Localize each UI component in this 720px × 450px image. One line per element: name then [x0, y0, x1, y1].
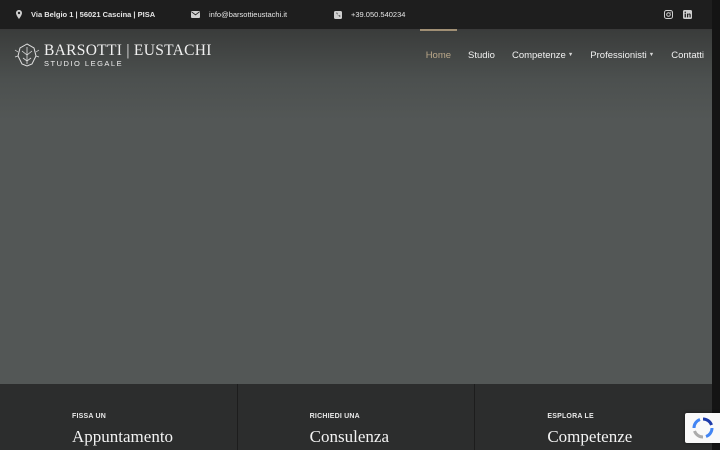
- card-consulenza[interactable]: RICHIEDI UNA Consulenza: [237, 384, 476, 450]
- nav-professionisti[interactable]: Professionisti ▼: [590, 30, 654, 80]
- instagram-icon[interactable]: [664, 10, 673, 19]
- cta-cards: FISSA UN Appuntamento RICHIEDI UNA Consu…: [0, 384, 713, 450]
- main-nav: Home Studio Competenze ▼ Professionisti …: [409, 29, 704, 80]
- top-info-bar: Via Belgio 1 | 56021 Cascina | PISA info…: [0, 0, 712, 30]
- nav-professionisti-label: Professionisti: [590, 49, 647, 61]
- phone-info[interactable]: +39.050.540234: [334, 10, 405, 19]
- recaptcha-icon: [691, 417, 714, 439]
- nav-studio-label: Studio: [468, 49, 495, 61]
- nav-home[interactable]: Home: [419, 29, 458, 80]
- card-competenze[interactable]: ESPLORA LE Competenze: [475, 384, 713, 450]
- chevron-down-icon: ▼: [648, 52, 655, 58]
- email-info[interactable]: info@barsottieustachi.it: [191, 10, 287, 19]
- phone-link[interactable]: +39.050.540234: [351, 10, 405, 19]
- card-title: Appuntamento: [72, 427, 174, 446]
- recaptcha-badge[interactable]: [685, 413, 720, 443]
- card-kicker: RICHIEDI UNA: [309, 413, 360, 420]
- page-scrollbar[interactable]: [712, 0, 720, 450]
- nav-contatti[interactable]: Contatti: [671, 30, 704, 80]
- card-kicker: FISSA UN: [72, 413, 107, 420]
- nav-home-label: Home: [425, 49, 452, 61]
- hero-banner: [0, 30, 712, 384]
- logo-emblem-icon: [14, 43, 40, 67]
- linkedin-icon[interactable]: [683, 10, 692, 19]
- card-title: Competenze: [547, 427, 633, 446]
- card-title: Consulenza: [309, 427, 389, 446]
- logo-name: BARSOTTI | EUSTACHI: [44, 42, 212, 59]
- social-links: [664, 10, 692, 19]
- nav-studio[interactable]: Studio: [468, 30, 495, 80]
- phone-icon: [334, 10, 342, 19]
- site-header: BARSOTTI | EUSTACHI STUDIO LEGALE Home S…: [0, 29, 712, 80]
- address-text: Via Belgio 1 | 56021 Cascina | PISA: [31, 10, 156, 19]
- chevron-down-icon: ▼: [567, 52, 574, 58]
- card-appuntamento[interactable]: FISSA UN Appuntamento: [0, 384, 238, 450]
- card-kicker: ESPLORA LE: [547, 413, 594, 420]
- nav-contatti-label: Contatti: [671, 49, 704, 61]
- email-link[interactable]: info@barsottieustachi.it: [209, 10, 287, 19]
- map-marker-icon: [16, 10, 22, 19]
- nav-competenze[interactable]: Competenze ▼: [512, 30, 573, 80]
- nav-competenze-label: Competenze: [511, 49, 566, 61]
- logo-subtitle: STUDIO LEGALE: [44, 59, 124, 68]
- address-info: Via Belgio 1 | 56021 Cascina | PISA: [16, 10, 155, 19]
- envelope-icon: [191, 11, 200, 18]
- site-logo[interactable]: BARSOTTI | EUSTACHI STUDIO LEGALE: [14, 42, 212, 68]
